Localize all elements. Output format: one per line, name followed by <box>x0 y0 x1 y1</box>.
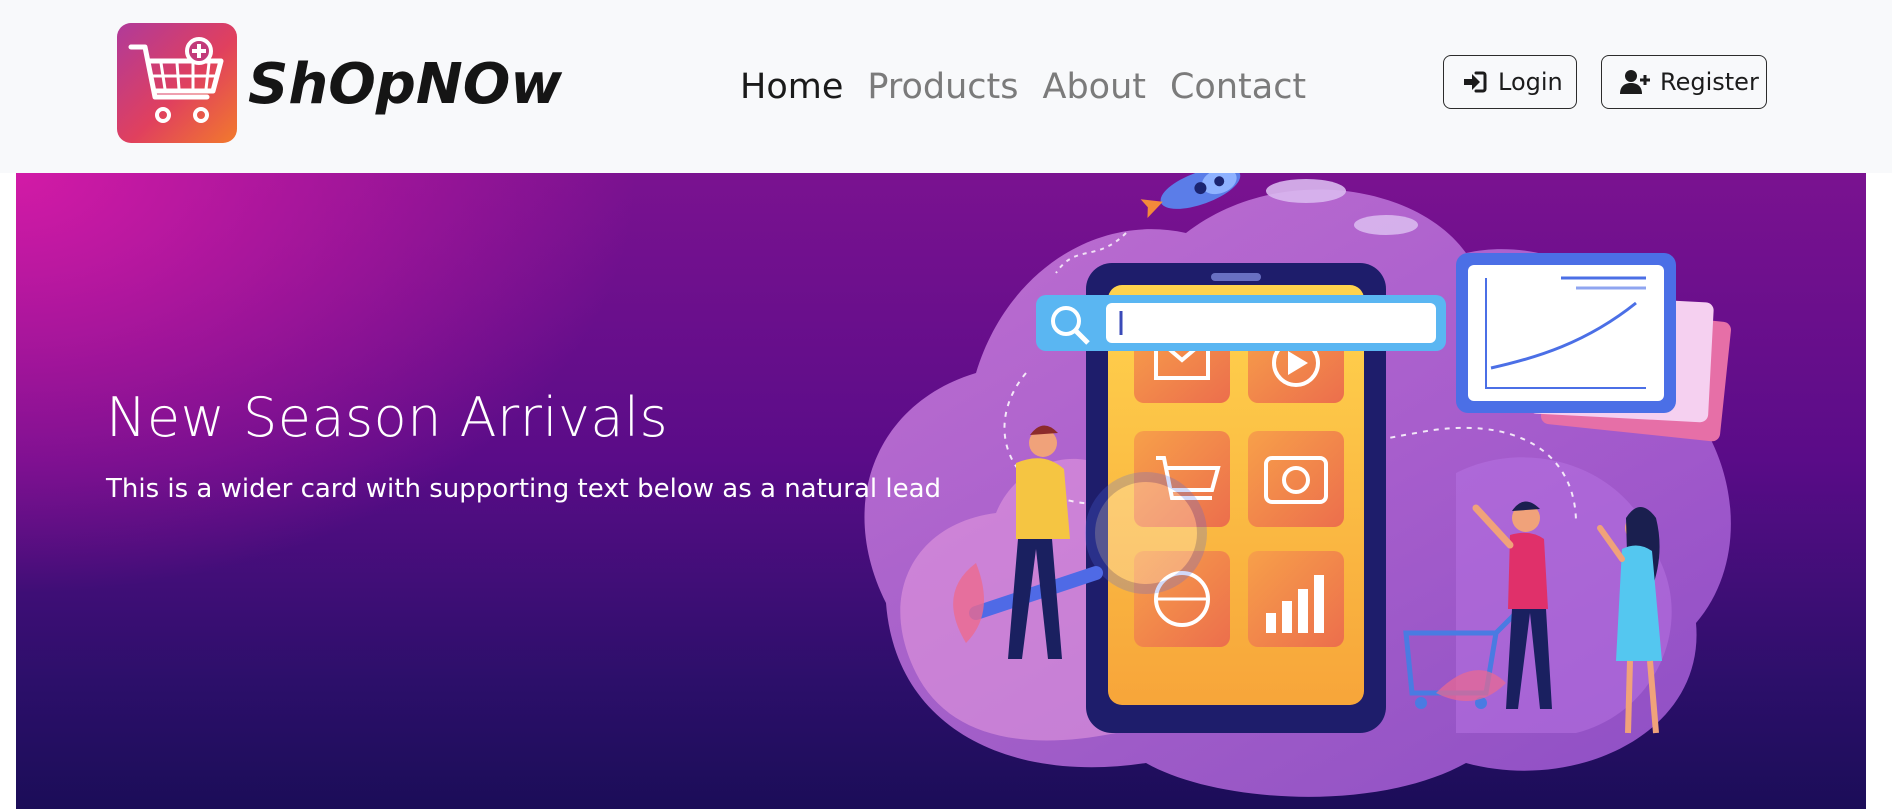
main-nav: Home Products About Contact <box>740 62 1306 112</box>
sign-in-icon <box>1464 71 1487 93</box>
hero-title: New Season Arrivals <box>106 386 669 449</box>
nav-products-link[interactable]: Products <box>867 63 1018 111</box>
nav-home-link[interactable]: Home <box>740 63 843 111</box>
brand-name[interactable]: ShOpNOw <box>248 52 562 118</box>
login-label: Login <box>1498 68 1563 96</box>
user-plus-icon <box>1620 70 1650 94</box>
shopping-cart-add-icon[interactable] <box>117 23 237 143</box>
register-label: Register <box>1660 68 1759 96</box>
nav-about-link[interactable]: About <box>1043 63 1146 111</box>
hero-text: This is a wider card with supporting tex… <box>106 474 942 504</box>
nav-contact-link[interactable]: Contact <box>1170 63 1306 111</box>
login-button[interactable]: Login <box>1443 55 1577 109</box>
register-button[interactable]: Register <box>1601 55 1767 109</box>
hero-banner: New Season Arrivals This is a wider card… <box>16 173 1866 809</box>
navbar: ShOpNOw Home Products About Contact Logi… <box>0 0 1892 173</box>
